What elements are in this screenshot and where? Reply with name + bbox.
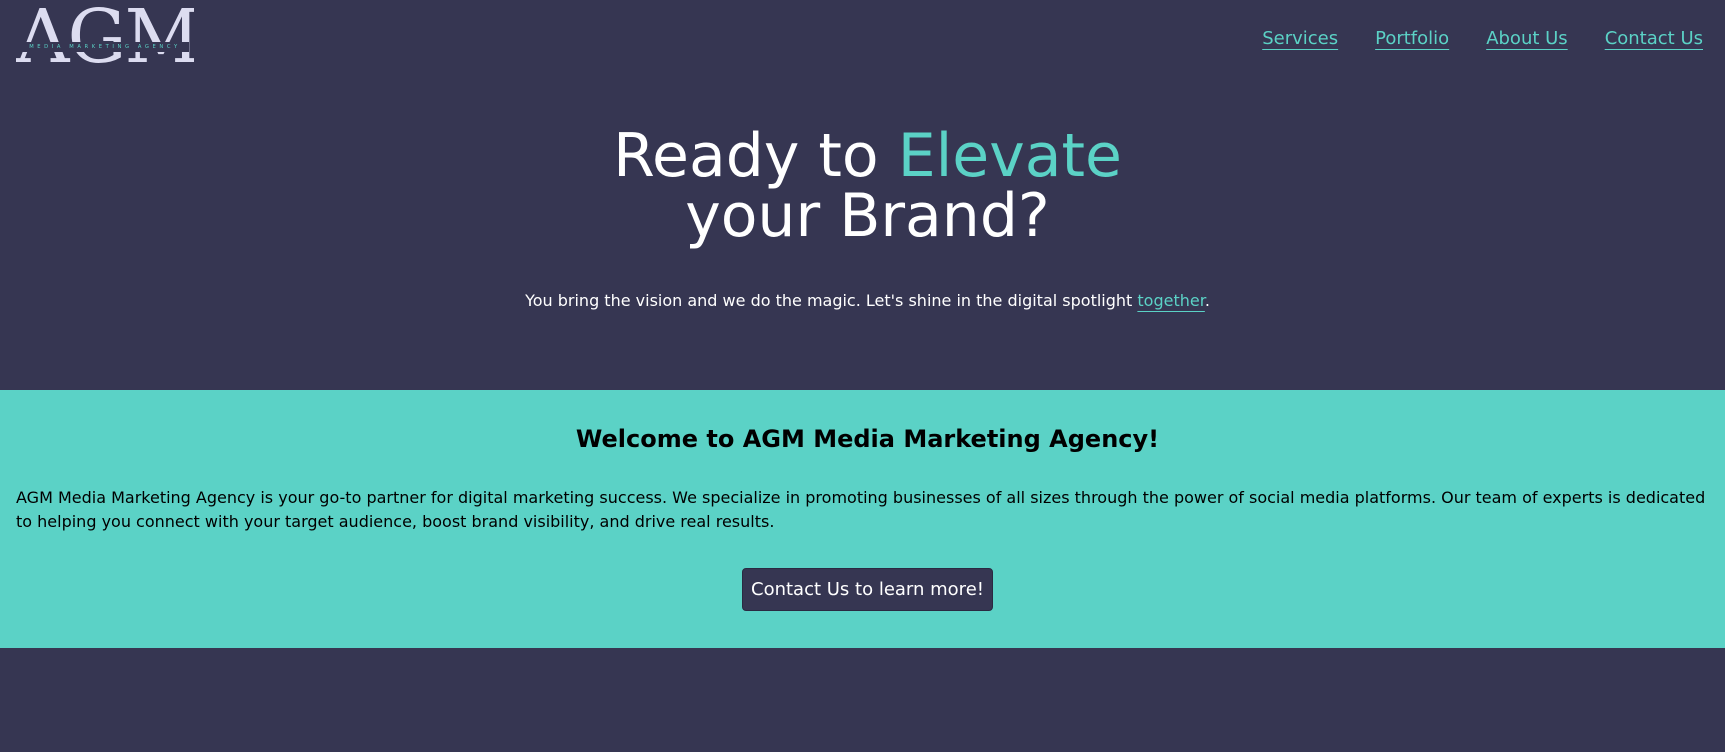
nav-link-portfolio[interactable]: Portfolio [1375,28,1449,50]
welcome-heading: Welcome to AGM Media Marketing Agency! [575,425,1160,453]
welcome-section: Welcome to AGM Media Marketing Agency! A… [0,390,1725,648]
nav-link-about-us[interactable]: About Us [1486,28,1568,50]
page: AGM MEDIA MARKETING AGENCY Services Port… [0,0,1725,752]
contact-cta-button[interactable]: Contact Us to learn more! [742,568,993,611]
main-nav: Services Portfolio About Us Contact Us [1262,28,1703,50]
hero-subtitle-end: . [1204,291,1210,310]
logo-tagline: MEDIA MARKETING AGENCY [21,42,189,52]
nav-link-contact-us[interactable]: Contact Us [1605,28,1703,50]
hero-subtitle-text: You bring the vision and we do the magic… [525,291,1138,310]
hero-subtitle: You bring the vision and we do the magic… [0,290,1725,312]
welcome-body: AGM Media Marketing Agency is your go-to… [16,488,1706,531]
hero-title: Ready to Elevate your Brand? [0,126,1725,246]
hero-title-part2: your Brand? [685,181,1050,251]
site-header: AGM MEDIA MARKETING AGENCY Services Port… [0,0,1725,80]
agm-logo[interactable]: AGM MEDIA MARKETING AGENCY [16,6,194,66]
together-link[interactable]: together [1137,291,1204,310]
nav-link-services[interactable]: Services [1262,28,1338,50]
logo-text: AGM [16,6,194,66]
